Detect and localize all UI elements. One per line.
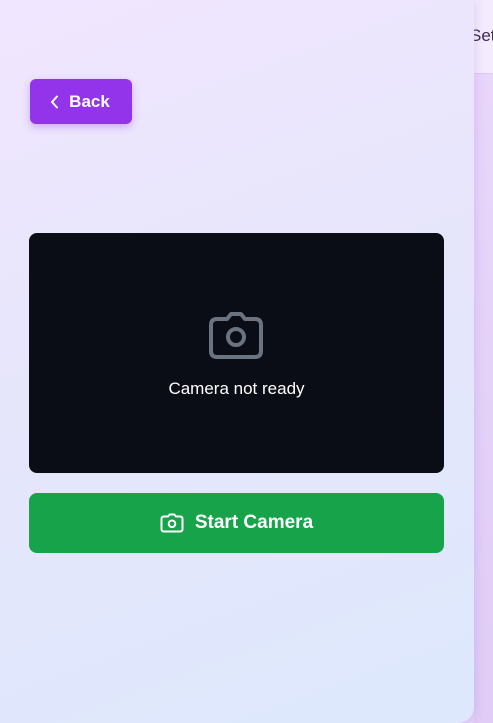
tab-settings[interactable]: Settings [474,26,493,46]
camera-status-text: Camera not ready [168,379,305,398]
start-camera-button[interactable]: Start Camera [29,493,444,553]
back-button[interactable]: Back [30,79,132,124]
start-camera-label: Start Camera [194,512,314,533]
back-button-label: Back [69,91,110,111]
camera-icon [207,311,265,361]
camera-preview: Camera not ready [29,233,444,473]
main-panel: Back Camera not ready Start Camera [0,0,474,723]
side-panel-header: Settings [474,0,493,74]
camera-icon [160,513,184,533]
side-panel [474,0,493,723]
chevron-left-icon [50,95,59,109]
